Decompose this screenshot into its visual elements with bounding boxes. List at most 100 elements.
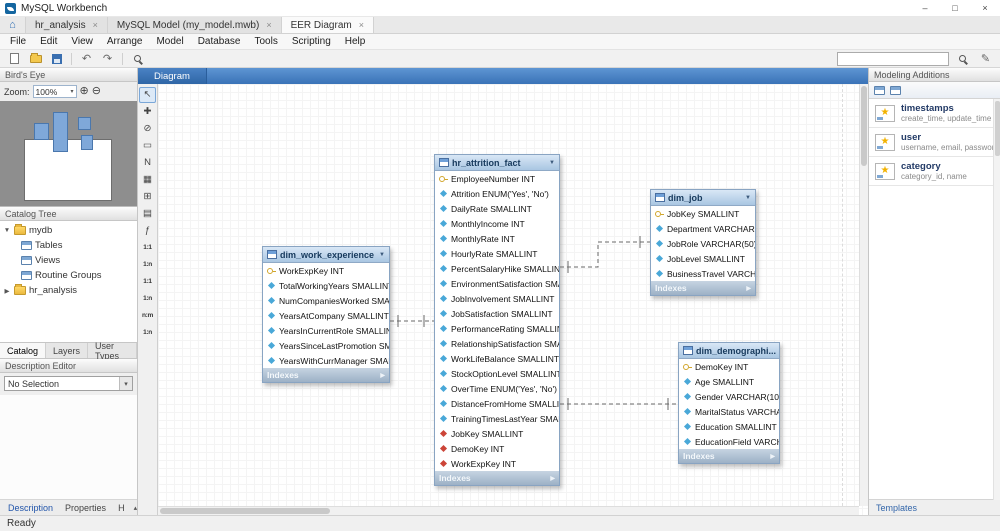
menu-item[interactable]: Edit: [33, 34, 64, 50]
search-input[interactable]: [837, 51, 949, 66]
table-field-row[interactable]: NumCompaniesWorked SMALLINT: [263, 293, 389, 308]
table-dim-demographics[interactable]: dim_demographi... ▼ DemoKey INT: [678, 342, 780, 464]
tree-item-tables[interactable]: Tables: [0, 238, 137, 253]
redo-button[interactable]: ↷: [98, 51, 117, 67]
table-field-row[interactable]: DemoKey INT: [435, 441, 559, 456]
rel-many-to-many-tool[interactable]: n:m: [139, 308, 156, 324]
table-field-row[interactable]: MaritalStatus VARCHAR(20): [679, 404, 779, 419]
template-item[interactable]: ★ user username, email, password,...: [869, 128, 1000, 157]
table-field-row[interactable]: PercentSalaryHike SMALLINT: [435, 261, 559, 276]
indexes-footer[interactable]: Indexes ▶: [435, 471, 559, 485]
table-header[interactable]: dim_demographi... ▼: [679, 343, 779, 359]
zoom-tool-button[interactable]: [128, 51, 147, 67]
menu-item[interactable]: Help: [338, 34, 373, 50]
new-document-button[interactable]: [5, 51, 24, 67]
menu-item[interactable]: Scripting: [285, 34, 338, 50]
table-field-row[interactable]: EnvironmentSatisfaction SMALLI...: [435, 276, 559, 291]
table-field-row[interactable]: StockOptionLevel SMALLINT: [435, 366, 559, 381]
note-tool[interactable]: N: [139, 155, 156, 171]
rel-one-to-one-identifying-tool[interactable]: 1:1: [139, 274, 156, 290]
birdseye-viewport[interactable]: [24, 139, 112, 201]
table-field-row[interactable]: YearsInCurrentRole SMALLINT: [263, 323, 389, 338]
zoom-out-button[interactable]: ⊖: [92, 86, 101, 97]
table-template-icon[interactable]: [874, 85, 885, 95]
rel-existing-columns-tool[interactable]: 1:n: [139, 325, 156, 341]
table-field-row[interactable]: DistanceFromHome SMALLINT: [435, 396, 559, 411]
menu-item[interactable]: Arrange: [100, 34, 150, 50]
view-template-icon[interactable]: [890, 85, 901, 95]
home-tab[interactable]: ⌂: [0, 17, 26, 33]
tab-properties[interactable]: Properties: [59, 503, 112, 513]
edit-search-button[interactable]: ✎: [976, 51, 995, 67]
minimize-button[interactable]: –: [910, 0, 940, 16]
layer-tool[interactable]: ▭: [139, 138, 156, 154]
table-field-row[interactable]: Gender VARCHAR(10): [679, 389, 779, 404]
table-field-row[interactable]: JobKey SMALLINT: [435, 426, 559, 441]
expand-arrow-icon[interactable]: ▼: [3, 227, 11, 234]
menu-item[interactable]: Tools: [248, 34, 285, 50]
tree-item-routine-groups[interactable]: Routine Groups: [0, 268, 137, 283]
birds-eye-view[interactable]: [0, 101, 137, 207]
table-field-row[interactable]: JobLevel SMALLINT: [651, 251, 755, 266]
table-field-row[interactable]: YearsAtCompany SMALLINT: [263, 308, 389, 323]
close-button[interactable]: ×: [970, 0, 1000, 16]
panel-scrollbar[interactable]: [993, 99, 1000, 500]
tree-item-mydb[interactable]: ▼ mydb: [0, 223, 137, 238]
template-item[interactable]: ★ timestamps create_time, update_time: [869, 99, 1000, 128]
search-options-button[interactable]: [953, 51, 972, 67]
expand-arrow-icon[interactable]: ▶: [3, 287, 11, 295]
zoom-in-button[interactable]: ⊕: [80, 86, 89, 97]
tab-layers[interactable]: Layers: [46, 343, 89, 358]
table-field-row[interactable]: MonthlyIncome INT: [435, 216, 559, 231]
open-model-button[interactable]: [26, 51, 45, 67]
table-field-row[interactable]: MonthlyRate INT: [435, 231, 559, 246]
indexes-footer[interactable]: Indexes ▶: [679, 449, 779, 463]
table-dim-work-experience[interactable]: dim_work_experience ▼ WorkExpKey INT Tot…: [262, 246, 390, 383]
image-tool[interactable]: ▦: [139, 172, 156, 188]
table-dim-job[interactable]: dim_job ▼ JobKey SMALLINT Department VAR…: [650, 189, 756, 296]
indexes-footer[interactable]: Indexes ▶: [651, 281, 755, 295]
delete-tool[interactable]: ⊘: [139, 121, 156, 137]
zoom-level-select[interactable]: 100% ▾: [32, 85, 77, 98]
tab-mysql-model[interactable]: MySQL Model (my_model.mwb) ×: [107, 17, 282, 33]
relationship-line[interactable]: [560, 241, 650, 268]
table-header[interactable]: dim_work_experience ▼: [263, 247, 389, 263]
chevron-down-icon[interactable]: ▾: [119, 377, 132, 390]
collapse-arrow-icon[interactable]: ▼: [745, 195, 751, 201]
tab-hr-analysis[interactable]: hr_analysis ×: [26, 17, 108, 33]
table-field-row[interactable]: TrainingTimesLastYear SMALLINT: [435, 411, 559, 426]
table-field-row[interactable]: WorkLifeBalance SMALLINT: [435, 351, 559, 366]
maximize-button[interactable]: □: [940, 0, 970, 16]
table-field-row[interactable]: Attrition ENUM('Yes', 'No'): [435, 186, 559, 201]
tab-description[interactable]: Description: [2, 503, 59, 513]
tree-item-hr-analysis[interactable]: ▶ hr_analysis: [0, 283, 137, 298]
table-field-row[interactable]: Age SMALLINT: [679, 374, 779, 389]
close-tab-icon[interactable]: ×: [266, 20, 271, 30]
table-field-row[interactable]: BusinessTravel VARCHAR(50): [651, 266, 755, 281]
table-field-row[interactable]: YearsSinceLastPromotion SMALLI...: [263, 338, 389, 353]
template-item[interactable]: ★ category category_id, name: [869, 157, 1000, 186]
table-field-row[interactable]: PerformanceRating SMALLINT: [435, 321, 559, 336]
table-field-row[interactable]: JobSatisfaction SMALLINT: [435, 306, 559, 321]
table-header[interactable]: dim_job ▼: [651, 190, 755, 206]
table-field-row[interactable]: RelationshipSatisfaction SMALLINT: [435, 336, 559, 351]
table-field-row[interactable]: HourlyRate SMALLINT: [435, 246, 559, 261]
table-field-row[interactable]: OverTime ENUM('Yes', 'No'): [435, 381, 559, 396]
diagram-canvas[interactable]: dim_work_experience ▼ WorkExpKey INT Tot…: [158, 84, 868, 515]
select-tool[interactable]: ↖: [139, 87, 156, 103]
tab-catalog[interactable]: Catalog: [0, 343, 47, 358]
view-tool[interactable]: ▤: [139, 206, 156, 222]
collapse-arrow-icon[interactable]: ▼: [379, 252, 385, 258]
table-hr-attrition-fact[interactable]: hr_attrition_fact ▼ EmployeeNumber INT A…: [434, 154, 560, 486]
scrollbar-thumb[interactable]: [160, 508, 330, 514]
table-tool[interactable]: ⊞: [139, 189, 156, 205]
menu-item[interactable]: File: [3, 34, 33, 50]
tab-diagram[interactable]: Diagram: [138, 68, 207, 84]
undo-button[interactable]: ↶: [77, 51, 96, 67]
indexes-footer[interactable]: Indexes ▶: [263, 368, 389, 382]
close-tab-icon[interactable]: ×: [359, 20, 364, 30]
horizontal-scrollbar[interactable]: [158, 506, 859, 515]
scrollbar-thumb[interactable]: [861, 86, 867, 166]
save-model-button[interactable]: [47, 51, 66, 67]
rel-one-to-many-identifying-tool[interactable]: 1:n: [139, 291, 156, 307]
